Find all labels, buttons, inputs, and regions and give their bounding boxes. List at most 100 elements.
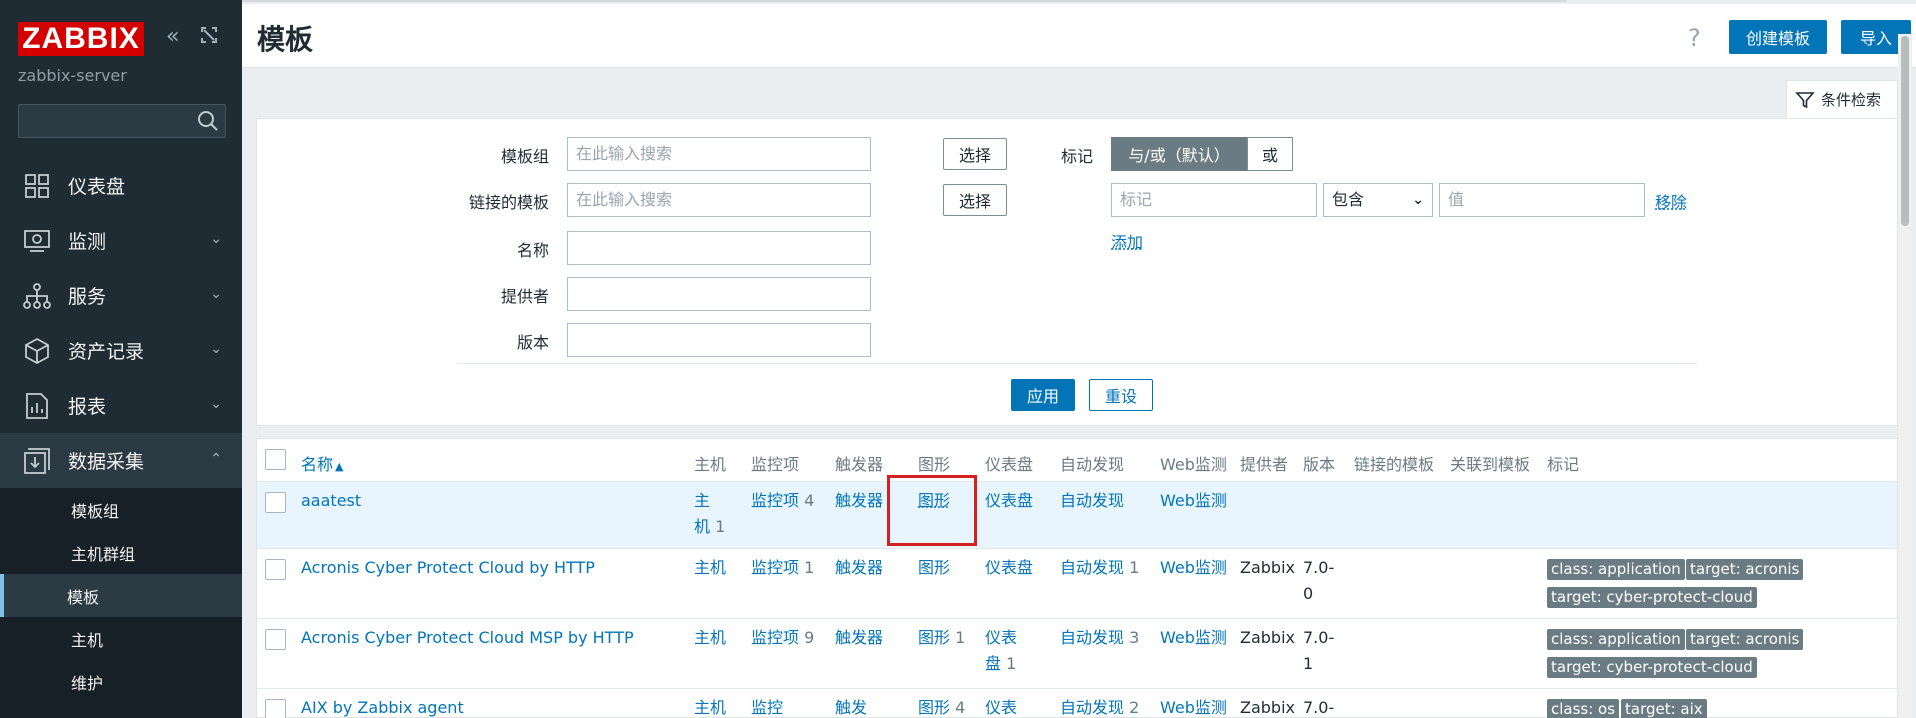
dashboards-count: 1 bbox=[1006, 654, 1017, 673]
menu-item-dashboard[interactable]: 仪表盘 bbox=[0, 158, 242, 213]
chevron-down-icon: ⌄ bbox=[210, 341, 222, 357]
dashboards-link[interactable]: 仪表盘 bbox=[985, 488, 1033, 514]
double-chevron-left-icon[interactable]: « bbox=[166, 24, 179, 50]
dashboards-link[interactable]: 仪表 bbox=[985, 695, 1017, 718]
create-template-button[interactable]: 创建模板 bbox=[1729, 20, 1827, 54]
row-checkbox[interactable] bbox=[265, 492, 286, 513]
web-link[interactable]: Web监测 bbox=[1160, 625, 1227, 651]
tag-mode-and-or-toggle[interactable]: 与/或（默认） bbox=[1111, 137, 1247, 171]
graphs-link[interactable]: 图形 bbox=[918, 555, 950, 581]
tag-value-input[interactable]: 值 bbox=[1439, 183, 1645, 217]
discovery-link-label: 自动发现 bbox=[1060, 558, 1125, 577]
items-link-label: 监控项 bbox=[751, 558, 800, 577]
graphs-link[interactable]: 图形 1 bbox=[918, 625, 965, 651]
tag-badge[interactable]: class: application bbox=[1547, 629, 1685, 650]
hosts-link[interactable]: 主 机 1 bbox=[694, 488, 728, 540]
column-header-tags: 标记 bbox=[1547, 455, 1580, 474]
monitoring-icon bbox=[22, 226, 52, 256]
template-group-select-button[interactable]: 选择 bbox=[943, 138, 1007, 170]
version-input[interactable] bbox=[567, 323, 871, 357]
discovery-link[interactable]: 自动发现 3 bbox=[1060, 625, 1139, 651]
apply-button[interactable]: 应用 bbox=[1011, 379, 1075, 411]
hosts-link[interactable]: 主机 bbox=[694, 695, 726, 718]
dashboards-link[interactable]: 仪表盘 1 bbox=[985, 625, 1025, 677]
triggers-link[interactable]: 触发器 bbox=[835, 555, 883, 581]
search-icon[interactable] bbox=[197, 110, 219, 132]
tag-mode-or-toggle[interactable]: 或 bbox=[1247, 137, 1293, 171]
menu-item-reports[interactable]: 报表 ⌄ bbox=[0, 378, 242, 433]
column-header-vendor: 提供者 bbox=[1240, 455, 1289, 474]
menu-item-data-collection[interactable]: 数据采集 ⌃ bbox=[0, 433, 242, 488]
items-count: 4 bbox=[804, 491, 815, 510]
discovery-link[interactable]: 自动发现 1 bbox=[1060, 555, 1139, 581]
page-scrollbar[interactable] bbox=[1898, 34, 1912, 718]
sidebar-search-input[interactable] bbox=[18, 104, 226, 138]
sub-item-host-groups[interactable]: 主机群组 bbox=[0, 531, 242, 574]
vendor-label: 提供者 bbox=[500, 287, 549, 306]
menu-item-services[interactable]: 服务 ⌄ bbox=[0, 268, 242, 323]
template-name-link[interactable]: Acronis Cyber Protect Cloud MSP by HTTP bbox=[301, 625, 634, 651]
triggers-link[interactable]: 触发器 bbox=[835, 488, 883, 514]
version-value: 7.0- 1 bbox=[1303, 625, 1337, 677]
hosts-link[interactable]: 主机 bbox=[694, 625, 726, 651]
template-group-input[interactable]: 在此输入搜索 bbox=[567, 137, 871, 171]
discovery-link[interactable]: 自动发现 bbox=[1060, 488, 1124, 514]
triggers-link[interactable]: 触发 bbox=[835, 695, 867, 718]
select-all-checkbox[interactable] bbox=[265, 449, 286, 470]
linked-templates-select-button[interactable]: 选择 bbox=[943, 184, 1007, 216]
discovery-link[interactable]: 自动发现 2 bbox=[1060, 695, 1139, 718]
zabbix-logo[interactable]: ZABBIX bbox=[18, 22, 144, 56]
items-link[interactable]: 监控项 1 bbox=[751, 555, 814, 581]
web-link[interactable]: Web监测 bbox=[1160, 555, 1227, 581]
items-link[interactable]: 监控 bbox=[751, 695, 783, 718]
tag-badge[interactable]: target: cyber-protect-cloud bbox=[1547, 587, 1757, 608]
tag-name-input[interactable]: 标记 bbox=[1111, 183, 1317, 217]
linked-templates-input[interactable]: 在此输入搜索 bbox=[567, 183, 871, 217]
vendor-input[interactable] bbox=[567, 277, 871, 311]
row-checkbox[interactable] bbox=[265, 699, 286, 718]
tag-badge[interactable]: target: acronis bbox=[1686, 559, 1804, 580]
remove-tag-link[interactable]: 移除 bbox=[1655, 189, 1687, 213]
tag-badge[interactable]: target: aix bbox=[1621, 699, 1707, 718]
sub-item-maintenance[interactable]: 维护 bbox=[0, 660, 242, 703]
help-icon[interactable]: ? bbox=[1688, 24, 1701, 52]
sub-item-templates[interactable]: 模板 bbox=[0, 574, 242, 617]
items-link[interactable]: 监控项 9 bbox=[751, 625, 814, 651]
triggers-link[interactable]: 触发器 bbox=[835, 625, 883, 651]
name-label: 名称 bbox=[516, 241, 549, 260]
menu-item-monitoring[interactable]: 监测 ⌄ bbox=[0, 213, 242, 268]
template-name-link[interactable]: aaatest bbox=[301, 488, 361, 514]
menu-item-inventory[interactable]: 资产记录 ⌄ bbox=[0, 323, 242, 378]
sub-item-event-correlation[interactable]: 关联事件 bbox=[0, 703, 242, 718]
sub-item-template-groups[interactable]: 模板组 bbox=[0, 488, 242, 531]
sub-item-hosts[interactable]: 主机 bbox=[0, 617, 242, 660]
hosts-link[interactable]: 主机 bbox=[694, 555, 726, 581]
filter-tab-label: 条件检索 bbox=[1821, 91, 1882, 109]
items-link[interactable]: 监控项 4 bbox=[751, 488, 814, 514]
scrollbar-thumb[interactable] bbox=[1901, 36, 1909, 226]
web-link[interactable]: Web监测 bbox=[1160, 488, 1227, 514]
column-header-hosts: 主机 bbox=[694, 455, 727, 474]
table-row: AIX by Zabbix agent 主机 监控 触发 图形 4 仪表 自动发… bbox=[257, 688, 1897, 718]
main-menu: 仪表盘 监测 ⌄ 服务 ⌄ 资产记录 ⌄ 报表 ⌄ 数据采集 ⌃ 模板组 主机群… bbox=[0, 158, 242, 718]
tag-badge[interactable]: class: application bbox=[1547, 559, 1685, 580]
graphs-link[interactable]: 图形 4 bbox=[918, 695, 965, 718]
name-input[interactable] bbox=[567, 231, 871, 265]
dashboards-link[interactable]: 仪表盘 bbox=[985, 555, 1033, 581]
row-checkbox[interactable] bbox=[265, 559, 286, 580]
expand-icon[interactable] bbox=[198, 24, 220, 53]
tag-badge[interactable]: target: acronis bbox=[1686, 629, 1804, 650]
data-collection-submenu: 模板组 主机群组 模板 主机 维护 关联事件 bbox=[0, 488, 242, 718]
reset-button[interactable]: 重设 bbox=[1089, 379, 1153, 411]
add-tag-link[interactable]: 添加 bbox=[1111, 229, 1143, 253]
column-header-name[interactable]: 名称 ▲ bbox=[301, 451, 343, 475]
tag-badge[interactable]: class: os bbox=[1547, 699, 1620, 718]
items-count: 9 bbox=[804, 628, 815, 647]
template-name-link[interactable]: AIX by Zabbix agent bbox=[301, 695, 464, 718]
tag-operator-select[interactable]: 包含 ⌄ bbox=[1323, 183, 1433, 217]
filter-tab[interactable]: 条件检索 bbox=[1786, 80, 1898, 118]
row-checkbox[interactable] bbox=[265, 629, 286, 650]
web-link[interactable]: Web监测 bbox=[1160, 695, 1227, 718]
tag-badge[interactable]: target: cyber-protect-cloud bbox=[1547, 657, 1757, 678]
template-name-link[interactable]: Acronis Cyber Protect Cloud by HTTP bbox=[301, 555, 595, 581]
